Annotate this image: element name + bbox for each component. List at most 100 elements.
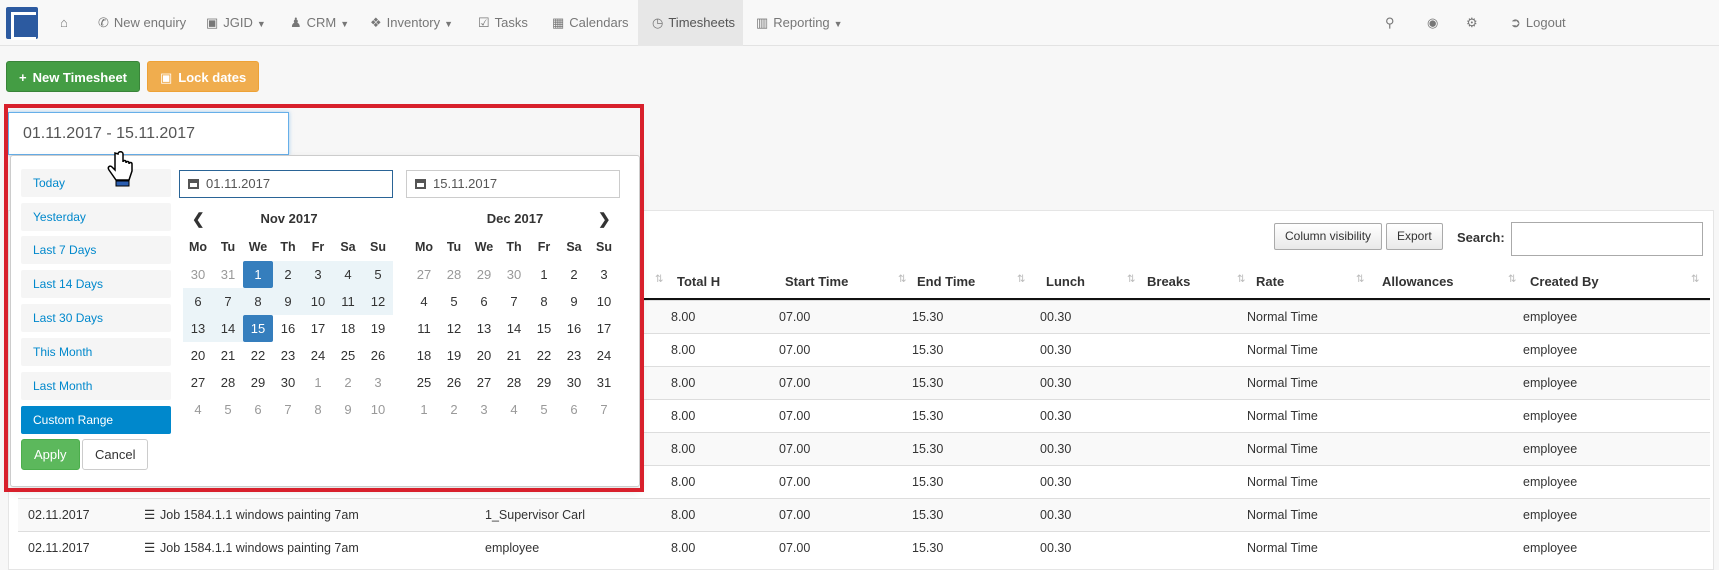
range-option[interactable]: Last 30 Days xyxy=(21,304,171,332)
calendar-day[interactable]: 27 xyxy=(183,369,213,396)
calendar-day[interactable]: 6 xyxy=(469,288,499,315)
calendar-day[interactable]: 9 xyxy=(273,288,303,315)
calendar-day[interactable]: 30 xyxy=(499,261,529,288)
calendar-day[interactable]: 5 xyxy=(363,261,393,288)
column-header[interactable]: Lunch xyxy=(1046,265,1085,298)
calendar-day[interactable]: 24 xyxy=(303,342,333,369)
calendar-day[interactable]: 19 xyxy=(439,342,469,369)
calendar-day[interactable]: 30 xyxy=(183,261,213,288)
calendar-day[interactable]: 28 xyxy=(499,369,529,396)
nav-calendars[interactable]: ▦ Calendars xyxy=(552,0,629,46)
calendar-day[interactable]: 27 xyxy=(469,369,499,396)
calendar-day[interactable]: 5 xyxy=(529,396,559,423)
calendar-day[interactable]: 10 xyxy=(589,288,619,315)
nav-reporting[interactable]: ▥ Reporting ▼ xyxy=(756,0,843,46)
calendar-day[interactable]: 25 xyxy=(409,369,439,396)
calendar-day[interactable]: 24 xyxy=(589,342,619,369)
range-option[interactable]: Last 7 Days xyxy=(21,236,171,264)
sort-icon[interactable]: ⇅ xyxy=(1127,274,1135,285)
app-logo[interactable] xyxy=(6,7,38,40)
sort-icon[interactable]: ⇅ xyxy=(1237,274,1245,285)
export-button[interactable]: Export xyxy=(1386,223,1443,250)
cancel-button[interactable]: Cancel xyxy=(82,439,149,470)
nav-language[interactable]: ◉ xyxy=(1427,0,1443,46)
calendar-day[interactable]: 4 xyxy=(183,396,213,423)
calendar-day[interactable]: 23 xyxy=(273,342,303,369)
calendar-day[interactable]: 1 xyxy=(303,369,333,396)
calendar-day[interactable]: 3 xyxy=(589,261,619,288)
end-date-input[interactable]: 15.11.2017 xyxy=(406,170,620,198)
nav-timesheets[interactable]: ◷ Timesheets xyxy=(638,0,743,46)
calendar-day[interactable]: 5 xyxy=(439,288,469,315)
nav-inventory[interactable]: ❖ Inventory ▼ xyxy=(370,0,453,46)
apply-button[interactable]: Apply xyxy=(21,439,80,470)
calendar-day[interactable]: 10 xyxy=(363,396,393,423)
calendar-day[interactable]: 18 xyxy=(333,315,363,342)
calendar-day[interactable]: 4 xyxy=(409,288,439,315)
calendar-day[interactable]: 13 xyxy=(183,315,213,342)
calendar-day[interactable]: 31 xyxy=(213,261,243,288)
calendar-day[interactable]: 31 xyxy=(589,369,619,396)
calendar-day[interactable]: 29 xyxy=(243,369,273,396)
calendar-day[interactable]: 2 xyxy=(439,396,469,423)
sort-icon[interactable]: ⇅ xyxy=(898,274,906,285)
range-option[interactable]: Last 14 Days xyxy=(21,270,171,298)
calendar-day[interactable]: 15 xyxy=(529,315,559,342)
calendar-day[interactable]: 25 xyxy=(333,342,363,369)
column-header[interactable]: Start Time xyxy=(785,265,848,298)
calendar-day[interactable]: 12 xyxy=(439,315,469,342)
calendar-day[interactable]: 12 xyxy=(363,288,393,315)
nav-search[interactable]: ⚲ xyxy=(1385,0,1400,46)
calendar-day[interactable]: 9 xyxy=(559,288,589,315)
calendar-day[interactable]: 6 xyxy=(183,288,213,315)
calendar-day[interactable]: 27 xyxy=(409,261,439,288)
calendar-day[interactable]: 26 xyxy=(439,369,469,396)
calendar-day[interactable]: 20 xyxy=(469,342,499,369)
sort-icon[interactable]: ⇅ xyxy=(655,274,663,285)
calendar-day[interactable]: 30 xyxy=(273,369,303,396)
calendar-day[interactable]: 17 xyxy=(589,315,619,342)
sort-icon[interactable]: ⇅ xyxy=(1356,274,1364,285)
calendar-day[interactable]: 6 xyxy=(243,396,273,423)
calendar-day[interactable]: 16 xyxy=(559,315,589,342)
calendar-day[interactable]: 23 xyxy=(559,342,589,369)
calendar-day[interactable]: 8 xyxy=(303,396,333,423)
sort-icon[interactable]: ⇅ xyxy=(1691,274,1699,285)
calendar-day[interactable]: 29 xyxy=(529,369,559,396)
calendar-day[interactable]: 30 xyxy=(559,369,589,396)
table-search-input[interactable] xyxy=(1511,222,1703,256)
prev-month-arrow[interactable]: ❮ xyxy=(192,210,205,228)
calendar-day[interactable]: 4 xyxy=(333,261,363,288)
calendar-day[interactable]: 11 xyxy=(409,315,439,342)
calendar-day[interactable]: 13 xyxy=(469,315,499,342)
calendar-day[interactable]: 19 xyxy=(363,315,393,342)
next-month-arrow[interactable]: ❯ xyxy=(598,210,611,228)
column-header[interactable]: Rate xyxy=(1256,265,1284,298)
nav-tasks[interactable]: ☑ Tasks xyxy=(478,0,528,46)
calendar-day[interactable]: 17 xyxy=(303,315,333,342)
calendar-day[interactable]: 1 xyxy=(409,396,439,423)
calendar-day[interactable]: 21 xyxy=(213,342,243,369)
lock-dates-button[interactable]: ▣ Lock dates xyxy=(147,61,260,92)
sort-icon[interactable]: ⇅ xyxy=(1508,274,1516,285)
date-range-input[interactable]: 01.11.2017 - 15.11.2017 xyxy=(8,112,289,155)
calendar-day[interactable]: 2 xyxy=(333,369,363,396)
column-header[interactable]: Allowances xyxy=(1382,265,1454,298)
calendar-day[interactable]: 2 xyxy=(559,261,589,288)
nav-crm[interactable]: ♟ CRM ▼ xyxy=(290,0,349,46)
calendar-day[interactable]: 3 xyxy=(363,369,393,396)
column-visibility-button[interactable]: Column visibility xyxy=(1274,223,1383,250)
calendar-day[interactable]: 22 xyxy=(529,342,559,369)
range-option[interactable]: Yesterday xyxy=(21,203,171,231)
calendar-day[interactable]: 1 xyxy=(529,261,559,288)
nav-jgid[interactable]: ▣ JGID ▼ xyxy=(206,0,266,46)
column-header[interactable]: Total H xyxy=(677,265,720,298)
calendar-day[interactable]: 1 xyxy=(243,261,273,288)
nav-home[interactable]: ⌂ xyxy=(60,0,73,46)
range-option[interactable]: This Month xyxy=(21,338,171,366)
start-date-input[interactable]: 01.11.2017 xyxy=(179,170,393,198)
calendar-day[interactable]: 8 xyxy=(529,288,559,315)
calendar-day[interactable]: 21 xyxy=(499,342,529,369)
calendar-day[interactable]: 14 xyxy=(499,315,529,342)
calendar-day[interactable]: 3 xyxy=(303,261,333,288)
